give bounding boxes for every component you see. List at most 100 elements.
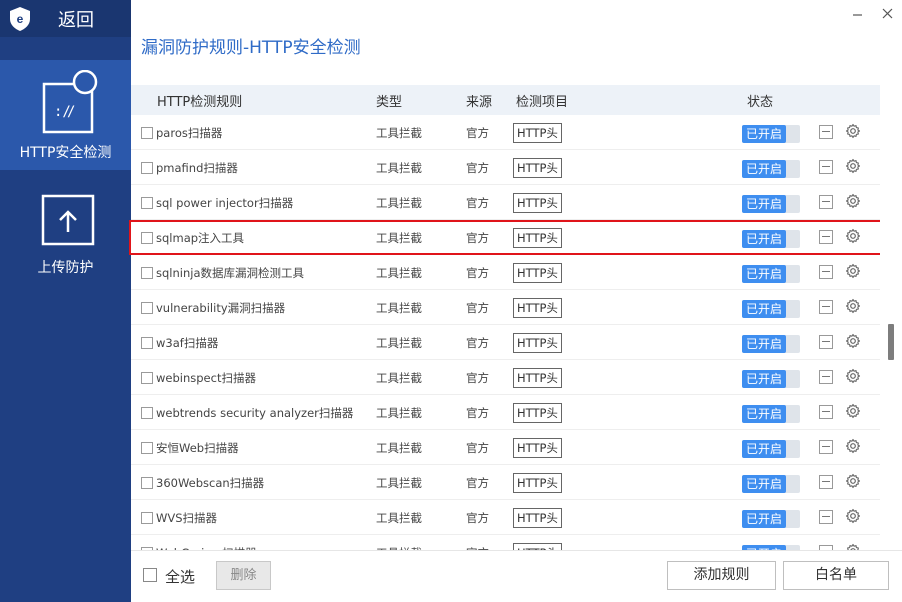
row-checkbox[interactable] <box>141 407 153 419</box>
status-toggle[interactable]: 已开启 <box>742 440 800 458</box>
gear-icon[interactable] <box>845 403 861 419</box>
table-row[interactable]: WebCruiser扫描器工具拦截官方HTTP头已开启 <box>131 535 880 550</box>
status-toggle[interactable]: 已开启 <box>742 335 800 353</box>
row-checkbox[interactable] <box>141 442 153 454</box>
status-toggle[interactable]: 已开启 <box>742 265 800 283</box>
collapse-button[interactable] <box>819 300 833 314</box>
table-row[interactable]: webinspect扫描器 工具拦截 官方 HTTP头 已开启 <box>131 360 880 395</box>
rule-source: 官方 <box>466 336 489 350</box>
add-rule-button[interactable]: 添加规则 <box>667 561 776 590</box>
sidebar: e 返回 :/ / HTTP安全检测 上传防护 <box>0 0 131 602</box>
rule-check-item: HTTP头 <box>513 403 562 423</box>
close-window-button[interactable] <box>880 6 896 22</box>
column-header-item: 检测项目 <box>516 95 569 110</box>
rule-check-item: HTTP头 <box>513 263 562 283</box>
status-toggle-label: 已开启 <box>742 440 786 458</box>
status-toggle-label: 已开启 <box>742 370 786 388</box>
row-checkbox[interactable] <box>141 162 153 174</box>
status-toggle-label: 已开启 <box>742 125 786 143</box>
gear-icon[interactable] <box>845 333 861 349</box>
status-toggle-label: 已开启 <box>742 510 786 528</box>
collapse-button[interactable] <box>819 195 833 209</box>
status-toggle[interactable]: 已开启 <box>742 160 800 178</box>
row-checkbox[interactable] <box>141 232 153 244</box>
rule-check-item: HTTP头 <box>513 123 562 143</box>
collapse-button[interactable] <box>819 160 833 174</box>
rule-name: sqlninja数据库漏洞检测工具 <box>156 266 304 280</box>
table-row[interactable]: sqlninja数据库漏洞检测工具 工具拦截 官方 HTTP头 已开启 <box>131 255 880 290</box>
status-toggle[interactable]: 已开启 <box>742 370 800 388</box>
rule-type: 工具拦截 <box>376 336 422 350</box>
gear-icon[interactable] <box>845 193 861 209</box>
row-checkbox[interactable] <box>141 512 153 524</box>
status-toggle[interactable]: 已开启 <box>742 475 800 493</box>
minimize-window-button[interactable] <box>850 6 866 22</box>
table-row[interactable]: 360Webscan扫描器 工具拦截 官方 HTTP头 已开启 <box>131 465 880 500</box>
row-checkbox[interactable] <box>141 267 153 279</box>
gear-icon[interactable] <box>845 158 861 174</box>
table-row[interactable]: pmafind扫描器 工具拦截 官方 HTTP头 已开启 <box>131 150 880 185</box>
back-button[interactable]: e 返回 <box>0 0 131 37</box>
table-row[interactable]: sql power injector扫描器 工具拦截 官方 HTTP头 已开启 <box>131 185 880 220</box>
status-toggle[interactable]: 已开启 <box>742 510 800 528</box>
table-row[interactable]: webtrends security analyzer扫描器 工具拦截 官方 HTTP… <box>131 395 880 430</box>
table-row[interactable]: sqlmap注入工具 工具拦截 官方 HTTP头 已开启 <box>131 220 880 255</box>
status-toggle[interactable]: 已开启 <box>742 195 800 213</box>
sidebar-item-label: HTTP安全检测 <box>19 145 112 161</box>
gear-icon[interactable] <box>845 228 861 244</box>
select-all-checkbox[interactable] <box>143 568 157 582</box>
row-checkbox[interactable] <box>141 302 153 314</box>
collapse-button[interactable] <box>819 335 833 349</box>
collapse-button[interactable] <box>819 230 833 244</box>
status-toggle[interactable]: 已开启 <box>742 405 800 423</box>
collapse-button[interactable] <box>819 405 833 419</box>
column-header-status: 状态 <box>747 95 774 110</box>
status-toggle[interactable]: 已开启 <box>742 230 800 248</box>
table-row[interactable]: WVS扫描器 工具拦截 官方 HTTP头 已开启 <box>131 500 880 535</box>
rule-check-item: HTTP头 <box>513 228 562 248</box>
rule-type: 工具拦截 <box>376 406 422 420</box>
collapse-button[interactable] <box>819 475 833 489</box>
table-row[interactable]: vulnerability漏洞扫描器 工具拦截 官方 HTTP头 已开启 <box>131 290 880 325</box>
select-all-label[interactable]: 全选 <box>165 566 195 587</box>
rule-check-item: HTTP头 <box>513 158 562 178</box>
row-checkbox[interactable] <box>141 372 153 384</box>
minimize-icon <box>853 14 862 16</box>
gear-icon[interactable] <box>845 508 861 524</box>
collapse-button[interactable] <box>819 510 833 524</box>
gear-icon[interactable] <box>845 298 861 314</box>
scrollbar[interactable] <box>880 85 902 550</box>
status-toggle[interactable]: 已开启 <box>742 300 800 318</box>
collapse-button[interactable] <box>819 440 833 454</box>
row-checkbox[interactable] <box>141 337 153 349</box>
close-icon <box>882 8 893 19</box>
rule-source: 官方 <box>466 161 489 175</box>
status-toggle-label: 已开启 <box>742 265 786 283</box>
table-row[interactable]: 安恒Web扫描器 工具拦截 官方 HTTP头 已开启 <box>131 430 880 465</box>
sidebar-item-http-security[interactable]: :/ / HTTP安全检测 <box>0 60 131 170</box>
gear-icon[interactable] <box>845 263 861 279</box>
row-checkbox[interactable] <box>141 197 153 209</box>
status-toggle-label: 已开启 <box>742 160 786 178</box>
delete-button[interactable]: 删除 <box>216 561 271 590</box>
scrollbar-thumb[interactable] <box>888 324 894 360</box>
row-checkbox[interactable] <box>141 477 153 489</box>
table-row[interactable]: w3af扫描器 工具拦截 官方 HTTP头 已开启 <box>131 325 880 360</box>
gear-icon[interactable] <box>845 473 861 489</box>
gear-icon[interactable] <box>845 438 861 454</box>
sidebar-item-upload-protection[interactable]: 上传防护 <box>0 175 131 285</box>
rule-source: 官方 <box>466 301 489 315</box>
table-row[interactable]: paros扫描器 工具拦截 官方 HTTP头 已开启 <box>131 115 880 150</box>
status-toggle[interactable]: 已开启 <box>742 125 800 143</box>
gear-icon[interactable] <box>845 543 861 550</box>
status-toggle-label: 已开启 <box>742 405 786 423</box>
collapse-button[interactable] <box>819 265 833 279</box>
whitelist-button[interactable]: 白名单 <box>783 561 889 590</box>
rule-check-item: HTTP头 <box>513 438 562 458</box>
gear-icon[interactable] <box>845 123 861 139</box>
rule-type: 工具拦截 <box>376 301 422 315</box>
gear-icon[interactable] <box>845 368 861 384</box>
row-checkbox[interactable] <box>141 127 153 139</box>
collapse-button[interactable] <box>819 125 833 139</box>
collapse-button[interactable] <box>819 370 833 384</box>
